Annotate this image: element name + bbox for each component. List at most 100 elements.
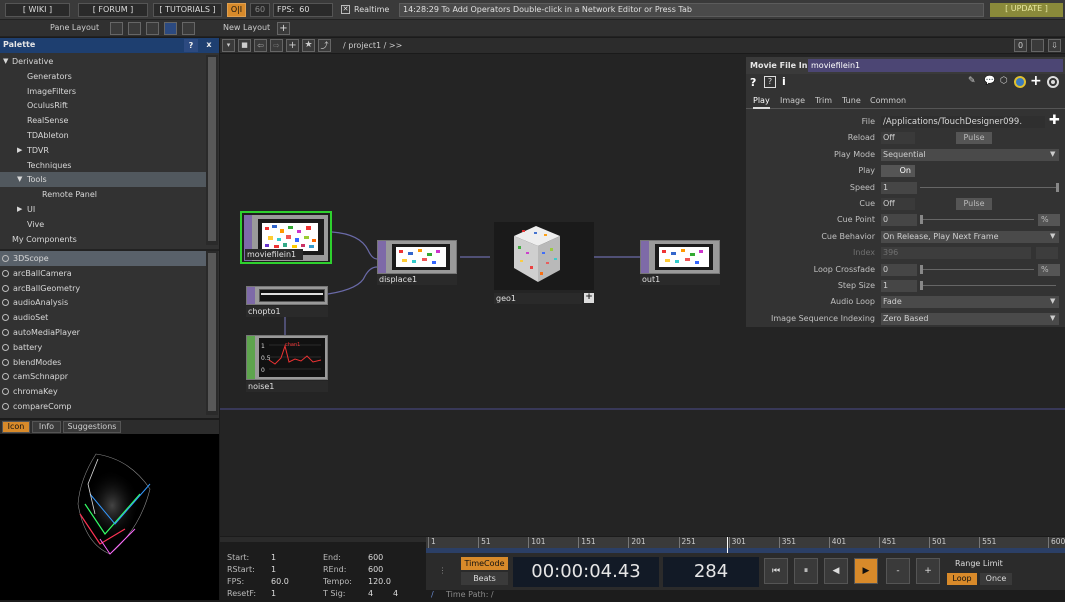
- file-browse-icon[interactable]: ✚: [1049, 113, 1060, 128]
- layout-split-v-button[interactable]: [146, 22, 159, 35]
- component-list-item[interactable]: audioSet: [0, 310, 206, 325]
- chopto1-node[interactable]: [246, 286, 328, 305]
- pulse-button[interactable]: Pulse: [956, 132, 992, 145]
- dropdown-arrow-icon[interactable]: ▼: [1050, 297, 1055, 305]
- geo1-label[interactable]: geo1: [494, 293, 582, 304]
- tutorials-button[interactable]: [ TUTORIALS ]: [153, 3, 222, 17]
- palette-tree-item[interactable]: Generators: [0, 69, 206, 84]
- step-back-button[interactable]: ◀: [824, 558, 848, 584]
- slider-handle[interactable]: [920, 215, 923, 225]
- tempo-value[interactable]: 120.0: [368, 577, 391, 586]
- unit-dropdown[interactable]: %: [1038, 263, 1060, 276]
- param-slider[interactable]: [920, 219, 1034, 221]
- layout-quad-button[interactable]: [182, 22, 195, 35]
- python-help-icon[interactable]: ?: [764, 76, 776, 88]
- play-button[interactable]: ▶: [854, 558, 878, 584]
- tsig-denominator[interactable]: 4: [393, 589, 398, 598]
- rend-value[interactable]: 600: [368, 565, 383, 574]
- palette-help-button[interactable]: ?: [184, 39, 198, 52]
- palette-tree-item[interactable]: OculusRift: [0, 98, 206, 113]
- component-list-item[interactable]: 3DScope: [0, 251, 206, 266]
- comment-icon[interactable]: 💬: [984, 76, 995, 86]
- op-name-field[interactable]: moviefilein1: [808, 59, 1063, 72]
- param-value[interactable]: 0: [881, 214, 917, 227]
- param-tab-play[interactable]: Play: [753, 96, 770, 109]
- stop-icon[interactable]: ■: [238, 39, 251, 52]
- perform-mode-button[interactable]: O|I: [227, 3, 246, 17]
- param-value[interactable]: On Release, Play Next Frame: [881, 230, 1059, 243]
- displace1-label[interactable]: displace1: [377, 274, 457, 285]
- palette-tree-item[interactable]: TDAbleton: [0, 128, 206, 143]
- collapsed-arrow-icon[interactable]: ▶: [17, 143, 22, 158]
- param-value[interactable]: 1: [881, 280, 917, 292]
- network-menu-button[interactable]: ▾: [222, 39, 235, 52]
- component-list-item[interactable]: battery: [0, 340, 206, 355]
- layout-triple-button[interactable]: [164, 22, 177, 35]
- dropdown-arrow-icon[interactable]: ▼: [1050, 150, 1055, 158]
- geo1-add-icon[interactable]: +: [584, 293, 594, 303]
- once-button[interactable]: Once: [980, 573, 1012, 585]
- component-list-item[interactable]: compareComp: [0, 399, 206, 414]
- param-value[interactable]: 396: [881, 247, 1031, 260]
- expanded-arrow-icon[interactable]: ▼: [3, 54, 8, 69]
- expanded-arrow-icon[interactable]: ▼: [17, 172, 22, 187]
- end-value[interactable]: 600: [368, 553, 383, 562]
- add-op-icon[interactable]: +: [286, 39, 299, 52]
- tree-scrollbar[interactable]: [206, 55, 218, 245]
- resetf-value[interactable]: 1: [271, 589, 276, 598]
- noise1-label[interactable]: noise1: [246, 381, 328, 392]
- collapsed-arrow-icon[interactable]: ▶: [17, 202, 22, 217]
- param-slider[interactable]: [920, 285, 1056, 286]
- frame-display[interactable]: 284: [663, 557, 759, 587]
- param-value[interactable]: 0: [881, 263, 917, 276]
- wiki-button[interactable]: [ WIKI ]: [5, 3, 70, 17]
- tab-suggestions[interactable]: Suggestions: [63, 421, 121, 433]
- dropdown-arrow-icon[interactable]: ▼: [1050, 232, 1055, 240]
- palette-tree-item[interactable]: ▼ Derivative: [0, 54, 206, 69]
- palette-tree-item[interactable]: Remote Panel: [0, 187, 206, 202]
- dropdown-arrow-icon[interactable]: ▼: [1050, 314, 1055, 322]
- timecode-toggle[interactable]: TimeCode: [461, 557, 508, 570]
- param-tab-common[interactable]: Common: [870, 96, 906, 105]
- param-value[interactable]: Off: [881, 198, 915, 210]
- maximize-icon[interactable]: [1031, 39, 1044, 52]
- palette-tree-item[interactable]: My Components: [0, 232, 206, 247]
- target-icon[interactable]: [1047, 76, 1059, 88]
- add-parameter-icon[interactable]: +: [1030, 73, 1042, 89]
- up-icon[interactable]: ⤴: [318, 39, 331, 52]
- param-value[interactable]: Fade: [881, 296, 1059, 309]
- component-list-item[interactable]: arcBallGeometry: [0, 281, 206, 296]
- param-value[interactable]: Sequential: [881, 148, 1059, 161]
- tab-info[interactable]: Info: [32, 421, 61, 433]
- chopto1-label[interactable]: chopto1: [246, 306, 328, 317]
- fps-value-time[interactable]: 60.0: [271, 577, 289, 586]
- palette-tree-item[interactable]: ▶ UI: [0, 202, 206, 217]
- tsig-numerator[interactable]: 4: [368, 589, 373, 598]
- component-list-item[interactable]: audioAnalysis: [0, 295, 206, 310]
- timeline-options-button[interactable]: ⋮: [428, 558, 457, 584]
- component-list-item[interactable]: arcBallCamera: [0, 266, 206, 281]
- param-slider[interactable]: [920, 186, 1056, 188]
- component-scrollbar[interactable]: [206, 251, 218, 415]
- component-list-item[interactable]: blendModes: [0, 355, 206, 370]
- palette-close-button[interactable]: x: [202, 39, 216, 52]
- step-minus-button[interactable]: -: [886, 558, 910, 584]
- param-tab-tune[interactable]: Tune: [842, 96, 861, 105]
- noise1-node[interactable]: 1 0.5 0 chan1: [246, 335, 328, 380]
- layout-single-button[interactable]: [110, 22, 123, 35]
- pause-button[interactable]: ⏸: [794, 558, 818, 584]
- timeline-range-bar[interactable]: [426, 548, 1065, 553]
- slider-handle[interactable]: [920, 264, 923, 274]
- moviefilein1-node[interactable]: moviefilein1: [240, 211, 332, 264]
- update-button[interactable]: [ UPDATE ]: [990, 3, 1063, 17]
- compare-icon[interactable]: ⬡: [1000, 76, 1008, 86]
- python-icon[interactable]: [1014, 76, 1026, 88]
- tab-icon[interactable]: Icon: [2, 421, 30, 433]
- network-path[interactable]: / project1 / >>: [343, 41, 402, 50]
- slider-handle[interactable]: [920, 281, 923, 290]
- unit-dropdown[interactable]: %: [1038, 214, 1060, 227]
- slider-handle[interactable]: [1056, 182, 1059, 192]
- moviefilein1-label[interactable]: moviefilein1: [245, 249, 303, 260]
- network-zero-button[interactable]: 0: [1014, 39, 1027, 52]
- palette-tree-item[interactable]: Vive: [0, 217, 206, 232]
